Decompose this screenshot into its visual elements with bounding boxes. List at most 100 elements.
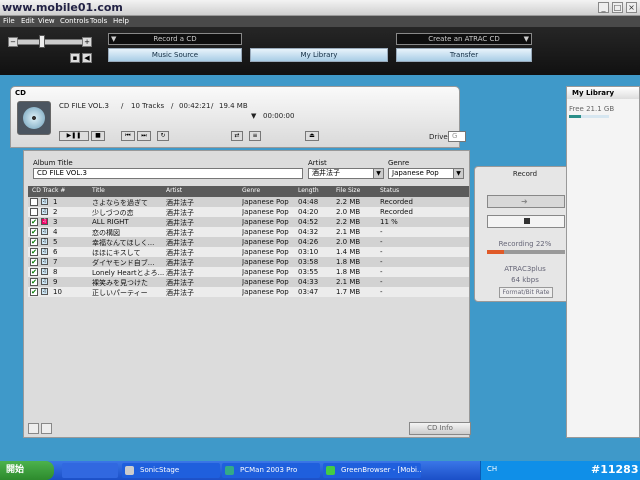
menu-bar: File Edit View Controls Tools Help [0,16,640,27]
tab-my-library[interactable]: My Library [250,48,388,62]
table-row[interactable]: ♫ 2 少しづつの恋 酒井法子 Japanese Pop 04:20 2.0 MB Recor… [28,207,469,217]
artist-select[interactable]: 酒井法子 ▼ [308,168,384,179]
track-genre: Japanese Pop [242,258,289,266]
col-track[interactable]: CD Track # [32,187,65,194]
menu-tools[interactable]: Tools [90,17,107,25]
table-row[interactable]: ✔ ♫ 9 裸笑みを見つけた 酒井法子 Japanese Pop 04:33 2.1 MB - [28,277,469,287]
track-checkbox[interactable]: ✔ [30,218,38,226]
record-stop-button[interactable] [487,215,565,228]
table-row[interactable]: ✔ ♫ 3 ALL RIGHT 酒井法子 Japanese Pop 04:52 2.2 MB 1… [28,217,469,227]
table-row[interactable]: ✔ ♫ 10 正しいパーティー 酒井法子 Japanese Pop 03:47 1.7 MB - [28,287,469,297]
track-checkbox[interactable]: ✔ [30,238,38,246]
track-size: 1.4 MB [336,248,361,256]
table-row[interactable]: ✔ ♫ 4 恋の構図 酒井法子 Japanese Pop 04:32 2.1 MB - [28,227,469,237]
music-note-icon: ♫ [41,248,48,255]
next-track-button[interactable]: ⏭ [137,131,151,141]
close-button[interactable]: × [626,2,637,13]
detail-view-icon[interactable] [41,423,52,434]
record-start-button[interactable]: ➜ [487,195,565,208]
track-checkbox[interactable]: ✔ [30,278,38,286]
col-title[interactable]: Title [92,187,105,194]
track-length: 04:52 [298,218,319,226]
play-pause-button[interactable]: ▶❚❚ [59,131,89,141]
col-status[interactable]: Status [380,187,399,194]
tab-transfer[interactable]: Transfer [396,48,532,62]
atrac-cd-field[interactable]: Create an ATRAC CD ▼ [396,33,532,45]
track-genre: Japanese Pop [242,228,289,236]
task-sonicstage[interactable]: SonicStage [122,463,220,478]
menu-view[interactable]: View [38,17,55,25]
shuffle-button[interactable]: ⇄ [231,131,243,141]
tray-language[interactable]: CH [487,465,497,473]
position-marker-icon: ▼ [251,112,257,120]
table-row[interactable]: ✔ ♫ 6 ほほにキスして 酒井法子 Japanese Pop 03:10 1.4 MB - [28,247,469,257]
mute-icon[interactable]: ◀ [82,53,92,63]
table-row[interactable]: ✔ ♫ 8 Lonely Heartとよろ... 酒井法子 Japanese Pop 03:… [28,267,469,277]
task-greenbrowser[interactable]: GreenBrowser - [Mobi... [323,463,421,478]
volume-down-icon[interactable]: − [8,37,18,47]
menu-help[interactable]: Help [113,17,129,25]
volume-slider[interactable] [12,39,88,45]
track-size: 1.7 MB [336,288,361,296]
minimize-button[interactable]: _ [598,2,609,13]
music-note-icon: ♫ [41,268,48,275]
col-length[interactable]: Length [298,187,319,194]
volume-up-icon[interactable]: + [82,37,92,47]
maximize-button[interactable]: □ [612,2,623,13]
track-checkbox[interactable] [30,208,38,216]
start-button[interactable]: 開始 [0,461,54,480]
tab-music-source[interactable]: Music Source [108,48,242,62]
eject-button[interactable]: ⏏ [305,131,319,141]
track-checkbox[interactable] [30,198,38,206]
stop-button[interactable]: ■ [91,131,105,141]
track-length: 04:33 [298,278,319,286]
eq-button[interactable]: ≡ [249,131,261,141]
table-row[interactable]: ✔ ♫ 7 ダイヤモンド自ブ... 酒井法子 Japanese Pop 03:58 1.8 M… [28,257,469,267]
record-cd-field[interactable]: ▼ Record a CD [108,33,242,45]
track-checkbox[interactable]: ✔ [30,228,38,236]
table-row[interactable]: ♫ 1 さよならを過ぎて 酒井法子 Japanese Pop 04:48 2.2 MB Rec… [28,197,469,207]
cd-duration: 00:42:21 [179,102,211,110]
window-titlebar: www.mobile01.com _ □ × [0,0,640,16]
track-rows: ♫ 1 さよならを過ぎて 酒井法子 Japanese Pop 04:48 2.2 MB Rec… [28,197,469,297]
track-title: 正しいパーティー [92,289,148,297]
table-row[interactable]: ✔ ♫ 5 幸福なんてほしく... 酒井法子 Japanese Pop 04:26 2.0 M… [28,237,469,247]
col-size[interactable]: File Size [336,187,360,194]
genre-select[interactable]: Japanese Pop ▼ [388,168,464,179]
list-view-icon[interactable] [28,423,39,434]
cd-track-count: 10 Tracks [131,102,165,110]
track-checkbox[interactable]: ✔ [30,258,38,266]
track-checkbox[interactable]: ✔ [30,248,38,256]
task-pcman[interactable]: PCMan 2003 Pro [222,463,320,478]
dropdown-arrow-icon: ▼ [523,35,529,43]
album-title-label: Album Title [33,159,73,167]
track-status: - [380,238,383,246]
track-checkbox[interactable]: ✔ [30,268,38,276]
track-size: 1.8 MB [336,258,361,266]
track-length: 04:26 [298,238,319,246]
cd-size: 19.4 MB [219,102,248,110]
format-bitrate-button[interactable]: Format/Bit Rate [499,287,553,298]
repeat-button[interactable]: ↻ [157,131,169,141]
track-genre: Japanese Pop [242,278,289,286]
mode-icon[interactable]: ▪ [70,53,80,63]
track-table: CD Track # Title Artist Genre Length Fil… [28,186,469,297]
album-title-input[interactable]: CD FILE VOL.3 [33,168,303,179]
menu-file[interactable]: File [3,17,15,25]
cd-info-button[interactable]: CD Info [409,422,471,435]
track-number: 1 [53,198,58,206]
watermark: www.mobile01.com [2,1,123,14]
drive-select[interactable]: G [448,131,466,142]
col-genre[interactable]: Genre [242,187,260,194]
col-artist[interactable]: Artist [166,187,182,194]
menu-edit[interactable]: Edit [21,17,35,25]
taskbar-quicklaunch[interactable] [62,463,118,478]
menu-controls[interactable]: Controls [60,17,89,25]
cd-panel: CD CD FILE VOL.3 / 10 Tracks / 00:42:21 … [10,86,466,148]
previous-track-button[interactable]: ⏮ [121,131,135,141]
track-checkbox[interactable]: ✔ [30,288,38,296]
recording-status: Recording 22% [498,240,552,248]
track-genre: Japanese Pop [242,218,289,226]
track-genre: Japanese Pop [242,248,289,256]
volume-thumb[interactable] [39,35,45,48]
